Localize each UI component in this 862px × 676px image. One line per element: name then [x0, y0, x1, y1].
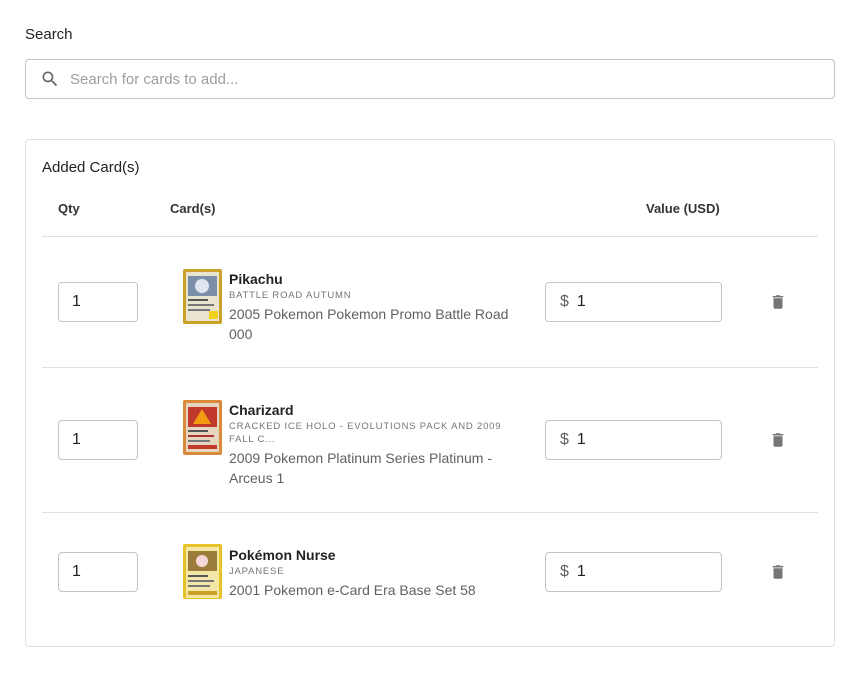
card-set: 2009 Pokemon Platinum Series Platinum - …	[229, 450, 493, 486]
table-row: 1 Pokémon Nurse JAPANESE 2001 Pokemon e-…	[42, 513, 818, 633]
column-header-value: Value (USD)	[646, 201, 720, 216]
column-header-cards: Card(s)	[170, 201, 216, 216]
card-name: Charizard	[229, 402, 294, 418]
card-name: Pokémon Nurse	[229, 547, 336, 563]
value-input[interactable]: $ 1	[545, 282, 722, 322]
delete-icon[interactable]	[768, 292, 788, 312]
value-amount: 1	[576, 431, 586, 448]
card-variant: CRACKED ICE HOLO - EVOLUTIONS PACK AND 2…	[229, 421, 502, 445]
value-input[interactable]: $ 1	[545, 420, 722, 460]
card-set: 2005 Pokemon Pokemon Promo Battle Road 0…	[229, 306, 509, 342]
currency-symbol: $	[560, 293, 569, 310]
search-icon	[40, 69, 60, 89]
table-row: 1 Charizard CRACKED ICE HOLO - EVOLUTION…	[42, 368, 818, 513]
value-input[interactable]: $ 1	[545, 552, 722, 592]
currency-symbol: $	[560, 431, 569, 448]
card-name: Pikachu	[229, 271, 283, 287]
card-thumbnail	[183, 269, 222, 324]
card-variant: BATTLE ROAD AUTUMN	[229, 290, 352, 301]
card-thumbnail	[183, 544, 222, 599]
added-cards-title: Added Card(s)	[42, 159, 140, 176]
delete-icon[interactable]	[768, 562, 788, 582]
qty-input[interactable]: 1	[58, 552, 138, 592]
currency-symbol: $	[560, 563, 569, 580]
value-amount: 1	[576, 293, 586, 310]
column-header-qty: Qty	[58, 201, 80, 216]
card-set: 2001 Pokemon e-Card Era Base Set 58	[229, 582, 476, 598]
search-field[interactable]	[25, 59, 835, 99]
table-row: 1 Pikachu BATTLE ROAD AUTUMN 2005 Pokemo…	[42, 237, 818, 367]
search-input[interactable]	[70, 70, 770, 88]
search-label: Search	[25, 26, 73, 43]
card-info: Pikachu BATTLE ROAD AUTUMN 2005 Pokemon …	[229, 271, 514, 344]
qty-input[interactable]: 1	[58, 420, 138, 460]
card-variant: JAPANESE	[229, 566, 285, 577]
added-cards-panel: Added Card(s) Qty Card(s) Value (USD) 1 …	[25, 139, 835, 647]
card-info: Pokémon Nurse JAPANESE 2001 Pokemon e-Ca…	[229, 547, 514, 600]
delete-icon[interactable]	[768, 430, 788, 450]
card-info: Charizard CRACKED ICE HOLO - EVOLUTIONS …	[229, 402, 514, 488]
value-amount: 1	[576, 563, 586, 580]
qty-input[interactable]: 1	[58, 282, 138, 322]
card-thumbnail	[183, 400, 222, 455]
